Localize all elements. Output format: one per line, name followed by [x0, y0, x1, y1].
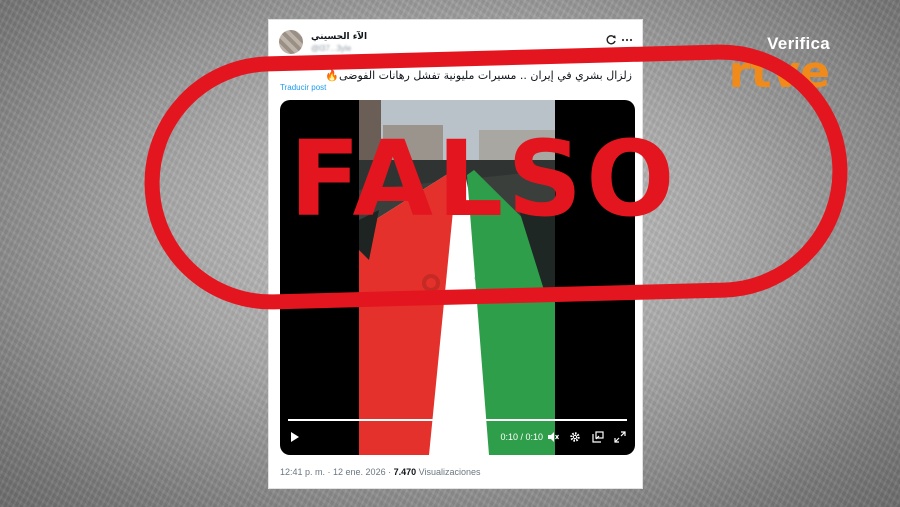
post-header: الآء الحسيني @l37...3yle — [279, 30, 634, 56]
grok-icon[interactable] — [604, 34, 618, 48]
video-progress-fill — [288, 419, 627, 421]
avatar[interactable] — [279, 30, 303, 54]
rtve-logo-text: rtve — [728, 47, 830, 98]
translate-post-link[interactable]: Traducir post — [280, 83, 326, 92]
play-icon[interactable] — [290, 431, 300, 446]
views-count: 7.470 — [393, 467, 417, 477]
pip-icon[interactable] — [592, 431, 604, 446]
video-player[interactable]: ۞ 0:10 / 0:10 — [280, 100, 635, 455]
video-controls: 0:10 / 0:10 — [280, 415, 635, 455]
video-frame-iran-flag: ۞ — [359, 100, 555, 455]
fullscreen-icon[interactable] — [614, 431, 626, 446]
settings-icon[interactable] — [569, 431, 581, 446]
post-handle[interactable]: @l37...3yle — [311, 44, 351, 53]
video-time: 0:10 / 0:10 — [500, 432, 543, 442]
post-text: زلزال بشري في إيران .. مسيرات مليونية تف… — [325, 69, 632, 82]
volume-icon[interactable] — [547, 431, 559, 446]
post-meta: 12:41 p. m. · 12 ene. 2026 · 7.470 Visua… — [280, 467, 480, 477]
video-progress-bar[interactable] — [288, 419, 627, 421]
post-timestamp[interactable]: 12:41 p. m. · 12 ene. 2026 · — [280, 467, 394, 477]
views-label: Visualizaciones — [416, 467, 481, 477]
post-username[interactable]: الآء الحسيني — [311, 32, 367, 42]
post-card: الآء الحسيني @l37...3yle زلزال بشري في إ… — [268, 19, 643, 489]
more-options-icon[interactable] — [620, 34, 634, 48]
verifica-rtve-logo: Verifica rtve — [728, 34, 830, 98]
svg-text:۞: ۞ — [474, 272, 480, 283]
